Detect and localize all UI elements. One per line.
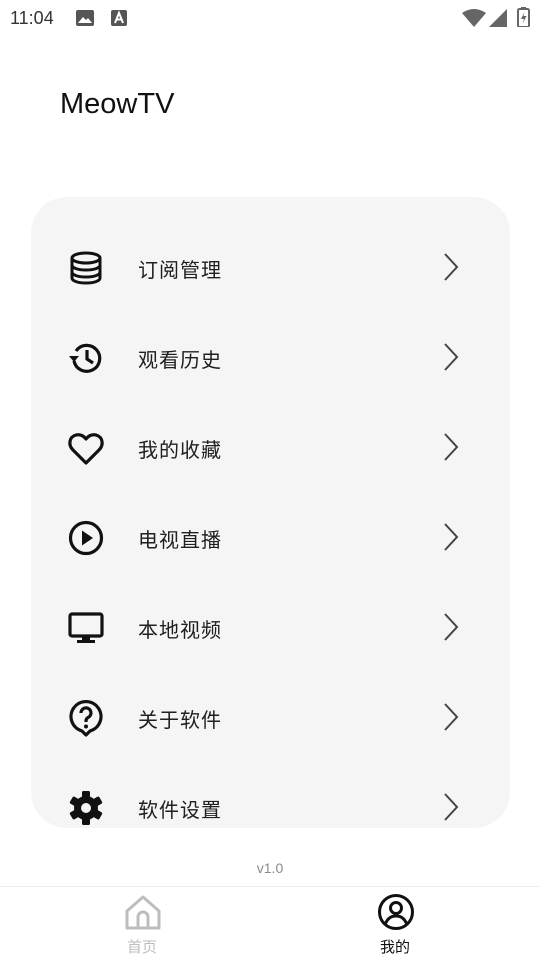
menu-item-label: 电视直播 <box>138 528 222 552</box>
menu-item-local-video[interactable]: 本地视频 <box>31 582 510 672</box>
profile-icon <box>378 894 414 930</box>
app-title: MeowTV <box>60 88 175 120</box>
chevron-right-icon <box>444 793 459 821</box>
status-bar: 11:04 <box>0 0 540 36</box>
menu-item-history[interactable]: 观看历史 <box>31 312 510 402</box>
bottom-nav: 首页 我的 <box>0 886 540 961</box>
tab-label: 我的 <box>379 938 410 956</box>
font-notification-icon <box>111 10 127 26</box>
menu-item-settings[interactable]: 软件设置 <box>31 762 510 828</box>
signal-icon <box>489 9 507 27</box>
menu-item-label: 关于软件 <box>138 708 222 732</box>
image-notification-icon <box>76 10 94 26</box>
chevron-right-icon <box>444 703 459 731</box>
chevron-right-icon <box>444 433 459 461</box>
chevron-right-icon <box>444 523 459 551</box>
battery-icon <box>517 7 530 27</box>
status-time: 11:04 <box>10 8 54 28</box>
menu-item-label: 订阅管理 <box>138 258 222 282</box>
menu-item-label: 我的收藏 <box>138 438 222 462</box>
menu-item-label: 本地视频 <box>138 618 222 642</box>
history-icon <box>69 343 102 373</box>
menu-item-label: 观看历史 <box>138 348 222 372</box>
heart-icon <box>68 433 104 465</box>
home-icon <box>125 895 161 930</box>
tab-profile[interactable]: 我的 <box>335 887 455 961</box>
chevron-right-icon <box>444 253 459 281</box>
menu-item-favorites[interactable]: 我的收藏 <box>31 402 510 492</box>
play-circle-icon <box>68 520 104 556</box>
gear-icon <box>69 791 103 825</box>
tab-label: 首页 <box>126 938 157 956</box>
tab-home[interactable]: 首页 <box>82 887 202 961</box>
wifi-icon <box>462 9 486 27</box>
menu-item-live-tv[interactable]: 电视直播 <box>31 492 510 582</box>
help-icon <box>69 700 103 737</box>
menu-item-label: 软件设置 <box>138 798 222 822</box>
monitor-icon <box>68 612 104 643</box>
database-icon <box>70 251 102 285</box>
chevron-right-icon <box>444 613 459 641</box>
menu-card: 订阅管理 观看历史 我的收藏 电视直播 本地视频 关于软件 软件设置 <box>31 197 510 828</box>
menu-item-subscriptions[interactable]: 订阅管理 <box>31 222 510 312</box>
menu-item-about[interactable]: 关于软件 <box>31 672 510 762</box>
version-label: v1.0 <box>256 860 284 876</box>
chevron-right-icon <box>444 343 459 371</box>
